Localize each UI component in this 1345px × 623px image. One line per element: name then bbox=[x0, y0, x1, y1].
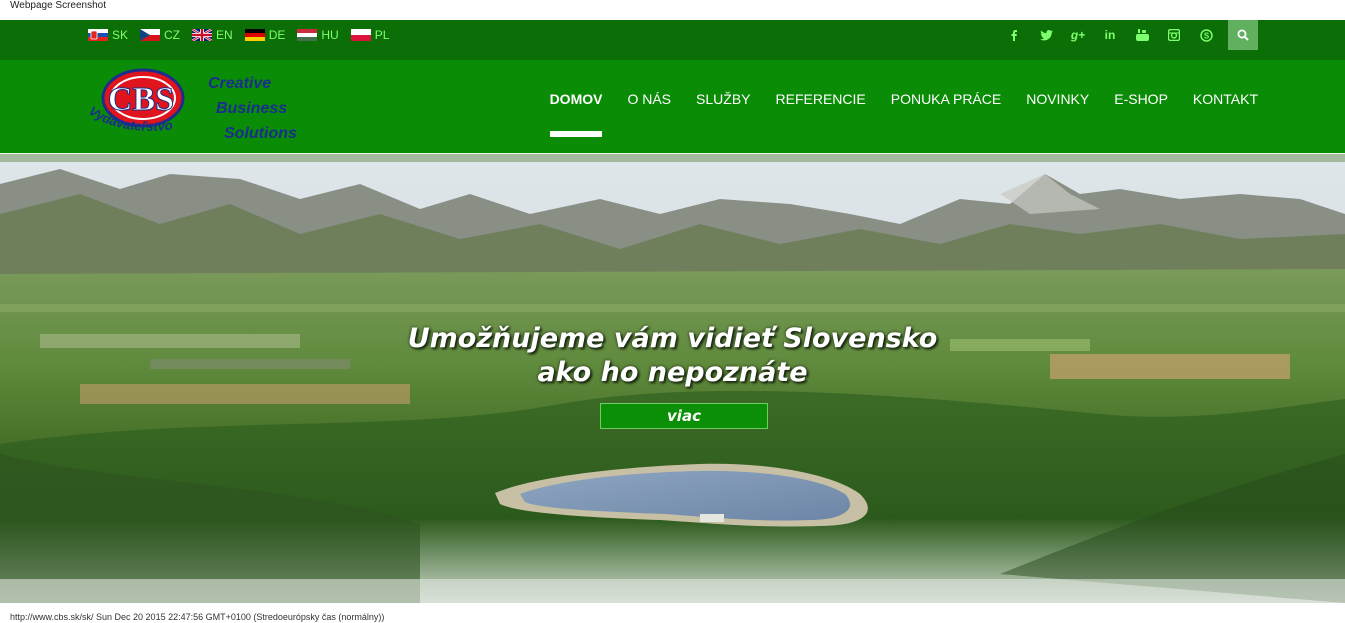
logo-word-3: Solutions bbox=[224, 125, 297, 142]
lang-en[interactable]: EN bbox=[192, 28, 233, 42]
main-header: CBS Vydavateľstvo Creative Business Solu… bbox=[0, 60, 1345, 154]
lang-label: EN bbox=[216, 28, 233, 42]
hero-more-button[interactable]: viac bbox=[600, 403, 768, 429]
nav-item-ponuka-prace[interactable]: PONUKA PRÁCE bbox=[891, 91, 1001, 107]
language-switcher: SK CZ EN DE HU PL bbox=[88, 20, 389, 50]
logo[interactable]: CBS Vydavateľstvo Creative Business Solu… bbox=[86, 63, 311, 148]
search-button[interactable] bbox=[1228, 20, 1258, 50]
nav-item-domov[interactable]: DOMOV bbox=[549, 91, 602, 137]
instagram-icon[interactable] bbox=[1158, 20, 1190, 50]
status-bar-text: http://www.cbs.sk/sk/ Sun Dec 20 2015 22… bbox=[10, 612, 385, 622]
google-plus-icon[interactable]: g+ bbox=[1062, 20, 1094, 50]
hero-headline-line-1: Umožňujeme vám vidieť Slovensko bbox=[407, 323, 938, 354]
logo-badge: CBS bbox=[108, 81, 174, 118]
linkedin-glyph: in bbox=[1104, 28, 1116, 42]
flag-en-icon bbox=[192, 29, 213, 41]
lang-label: PL bbox=[374, 28, 390, 42]
twitter-icon[interactable] bbox=[1030, 20, 1062, 50]
lang-cz[interactable]: CZ bbox=[140, 28, 180, 42]
hero-headline: Umožňujeme vám vidieť Slovensko ako ho n… bbox=[0, 322, 1345, 390]
lang-pl[interactable]: PL bbox=[350, 28, 390, 42]
nav-item-o-nas[interactable]: O NÁS bbox=[627, 91, 671, 107]
lang-de[interactable]: DE bbox=[244, 28, 286, 42]
screenshot-title: Webpage Screenshot bbox=[10, 0, 106, 11]
linkedin-icon[interactable]: in bbox=[1094, 20, 1126, 50]
facebook-icon[interactable] bbox=[998, 20, 1030, 50]
social-links: g+ in S bbox=[998, 20, 1258, 50]
lang-label: CZ bbox=[164, 28, 181, 42]
lang-label: SK bbox=[112, 28, 129, 42]
logo-word-1: Creative bbox=[208, 75, 271, 92]
flag-sk-icon bbox=[88, 29, 108, 41]
hero-headline-line-2: ako ho nepoznáte bbox=[537, 357, 808, 388]
flag-hu-icon bbox=[297, 29, 318, 41]
flag-pl-icon bbox=[350, 29, 371, 41]
nav-item-novinky[interactable]: NOVINKY bbox=[1026, 91, 1089, 107]
flag-cz-icon bbox=[140, 29, 161, 41]
flag-de-icon bbox=[244, 29, 265, 41]
youtube-icon[interactable] bbox=[1126, 20, 1158, 50]
logo-word-2: Business bbox=[216, 100, 287, 117]
lang-label: DE bbox=[268, 28, 286, 42]
top-bar: SK CZ EN DE HU PL g+ in S bbox=[0, 20, 1345, 60]
main-nav: DOMOV O NÁS SLUŽBY REFERENCIE PONUKA PRÁ… bbox=[549, 91, 1258, 137]
lang-label: HU bbox=[321, 28, 339, 42]
hero-banner: Umožňujeme vám vidieť Slovensko ako ho n… bbox=[0, 154, 1345, 603]
lang-sk[interactable]: SK bbox=[88, 28, 128, 42]
svg-text:S: S bbox=[1203, 31, 1209, 40]
nav-item-e-shop[interactable]: E-SHOP bbox=[1114, 91, 1168, 107]
nav-item-sluzby[interactable]: SLUŽBY bbox=[696, 91, 750, 107]
nav-item-kontakt[interactable]: KONTAKT bbox=[1193, 91, 1258, 107]
lang-hu[interactable]: HU bbox=[297, 28, 339, 42]
skype-icon[interactable]: S bbox=[1190, 20, 1222, 50]
nav-item-referencie[interactable]: REFERENCIE bbox=[776, 91, 866, 107]
google-plus-glyph: g+ bbox=[1070, 28, 1086, 42]
search-icon bbox=[1237, 29, 1249, 41]
